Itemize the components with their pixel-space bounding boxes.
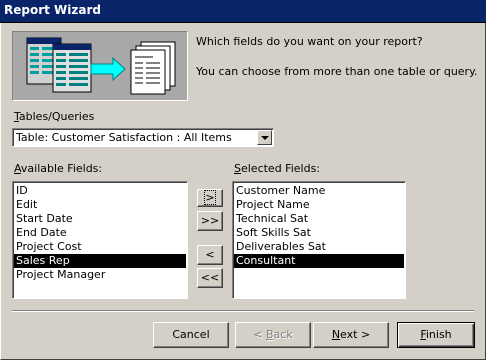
selected-fields-label: Selected Fields:	[234, 162, 321, 175]
list-item[interactable]: Consultant	[234, 254, 404, 268]
list-item[interactable]: Project Cost	[14, 240, 186, 254]
window-title: Report Wizard	[4, 3, 101, 17]
title-bar[interactable]: Report Wizard	[0, 0, 486, 23]
back-button[interactable]: < Back	[235, 322, 311, 348]
wizard-hint: You can choose from more than one table …	[196, 65, 478, 78]
cancel-button[interactable]: Cancel	[153, 322, 229, 348]
list-item[interactable]: Start Date	[14, 212, 186, 226]
list-item[interactable]: Project Name	[234, 198, 404, 212]
list-item[interactable]: Soft Skills Sat	[234, 226, 404, 240]
selected-fields-list[interactable]: Customer Name Project Name Technical Sat So…	[232, 181, 406, 299]
list-item[interactable]: Customer Name	[234, 184, 404, 198]
list-item[interactable]: Edit	[14, 198, 186, 212]
footer-divider	[12, 310, 474, 312]
next-button[interactable]: Next >	[313, 322, 389, 348]
remove-all-fields-button[interactable]: <<	[197, 268, 223, 288]
available-fields-label: Available Fields:	[14, 162, 103, 175]
tables-to-report-icon	[26, 37, 176, 95]
add-field-button[interactable]: >	[197, 189, 223, 207]
remove-field-button[interactable]: <	[197, 245, 223, 265]
finish-button[interactable]: Finish	[397, 322, 475, 348]
wizard-illustration	[12, 31, 188, 101]
list-item[interactable]: Project Manager	[14, 268, 186, 282]
tables-queries-value: Table: Customer Satisfaction : All Items	[16, 131, 232, 144]
list-item[interactable]: End Date	[14, 226, 186, 240]
list-item[interactable]: Deliverables Sat	[234, 240, 404, 254]
list-item[interactable]: ID	[14, 184, 186, 198]
available-fields-list[interactable]: ID Edit Start Date End Date Project Cost Sale…	[12, 181, 188, 299]
wizard-question: Which fields do you want on your report?	[196, 35, 423, 48]
tables-queries-label: Tables/Queries	[14, 110, 95, 123]
dropdown-arrow-icon[interactable]	[257, 130, 272, 145]
list-item[interactable]: Sales Rep	[14, 254, 186, 268]
tables-queries-select[interactable]: Table: Customer Satisfaction : All Items	[12, 128, 274, 147]
add-all-fields-button[interactable]: >>	[197, 211, 223, 231]
list-item[interactable]: Technical Sat	[234, 212, 404, 226]
